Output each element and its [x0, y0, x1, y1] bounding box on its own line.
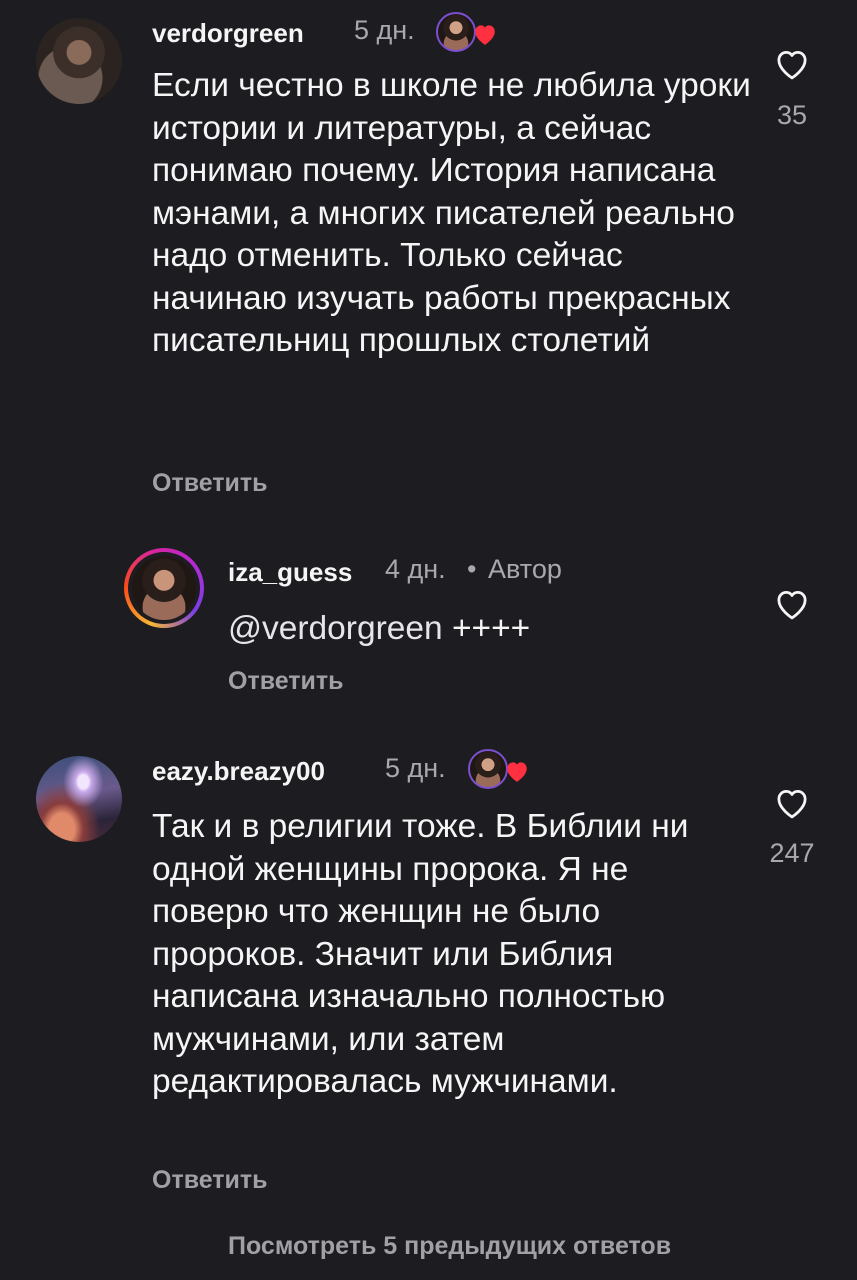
avatar-eazy-breazy00[interactable]	[36, 756, 122, 842]
reply-button[interactable]: Ответить	[152, 1166, 268, 1195]
heart-filled-icon	[507, 762, 527, 782]
heart-outline-icon[interactable]	[773, 786, 811, 820]
heart-filled-icon	[475, 25, 495, 45]
like-count: 247	[769, 838, 815, 868]
author-liked-badge	[436, 12, 500, 52]
reply-button[interactable]: Ответить	[152, 469, 268, 498]
heart-outline-icon[interactable]	[773, 47, 811, 81]
author-liked-badge	[468, 749, 532, 789]
username[interactable]: iza_guess	[228, 557, 352, 588]
comment-age: 4 дн.	[385, 554, 446, 584]
avatar-iza-guess[interactable]	[124, 548, 204, 628]
comment-age: 5 дн.	[385, 753, 446, 783]
author-label: Автор	[488, 554, 562, 584]
avatar-verdorgreen[interactable]	[36, 18, 122, 104]
mention-link[interactable]: @verdorgreen	[228, 610, 443, 647]
meta-separator: •	[467, 554, 477, 584]
author-avatar-icon	[468, 749, 508, 789]
username[interactable]: verdorgreen	[152, 18, 304, 49]
comment-text: Если честно в школе не любила уроки исто…	[152, 67, 751, 359]
username[interactable]: eazy.breazy00	[152, 756, 325, 787]
comment-text: Так и в религии тоже. В Библии ни одной …	[152, 808, 689, 1100]
reply-button[interactable]: Ответить	[228, 667, 344, 696]
heart-outline-icon[interactable]	[773, 587, 811, 621]
author-avatar-icon	[436, 12, 476, 52]
reply-text: @verdorgreen ++++	[228, 608, 530, 650]
view-previous-replies-button[interactable]: Посмотреть 5 предыдущих ответов	[228, 1232, 671, 1261]
reply-suffix: ++++	[442, 610, 531, 647]
like-count: 35	[776, 100, 808, 130]
comment-age: 5 дн.	[354, 15, 415, 45]
